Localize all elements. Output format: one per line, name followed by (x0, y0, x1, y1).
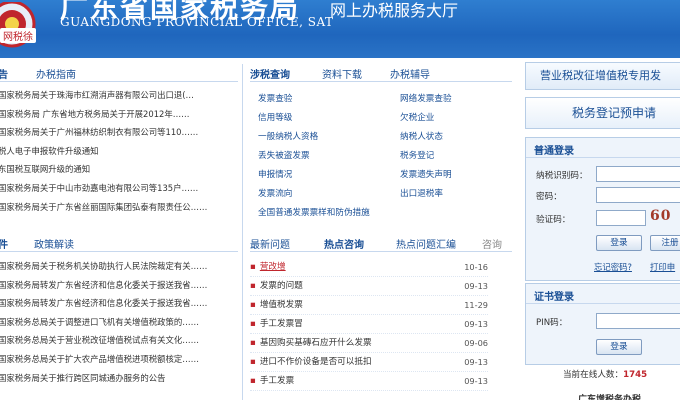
tax-emblem-icon (0, 2, 36, 48)
tab-consult[interactable]: 咨询 (482, 236, 502, 251)
cert-login-button[interactable]: 登录 (596, 339, 642, 355)
list-item[interactable]: ▪ 进口不作价设备是否可以抵扣 09-13 (250, 353, 488, 372)
pin-label: PIN码： (536, 318, 568, 328)
list-item[interactable]: 国家税务局关于广州福林纺织制衣有限公司等110…… (0, 123, 236, 142)
list-item[interactable]: 国家税务局 广东省地方税务局关于开展2012年…… (0, 105, 236, 124)
tab-tax-tutoring[interactable]: 办税辅导 (390, 66, 430, 81)
link-lost-invoice[interactable]: 丢失被盗发票 (258, 147, 370, 166)
tab-tax-query[interactable]: 涉税查询 (250, 66, 290, 81)
bullet-icon: ▪ (250, 357, 256, 367)
tab-tax-guide[interactable]: 办税指南 (36, 66, 76, 81)
hot-tabbar: 最新问题 热点咨询 热点问题汇编 咨询 (250, 234, 512, 252)
bullet-icon: ▪ (250, 262, 256, 272)
online-users: 当前在线人数：1745 (562, 370, 648, 380)
vat-reform-banner[interactable]: 营业税改征增值税专用发 (525, 62, 680, 90)
query-links-right: 网络发票查验 欠税企业 纳税人状态 税务登记 发票遗失声明 出口退税率 (400, 90, 452, 204)
list-item[interactable]: ▪ 手工发票 09-13 (250, 372, 488, 391)
captcha-image[interactable]: 60 (650, 208, 671, 224)
policy-tabbar: 件 政策解读 (0, 234, 238, 252)
list-item[interactable]: ▪ 营改增 10-16 (250, 258, 488, 277)
hot-question-list: ▪ 营改增 10-16 ▪ 发票的问题 09-13 ▪ 增值税发票 11-29 ▪ 手工发票冒… (250, 258, 488, 391)
site-header: 广东省国家税务局 GUANGDONG PROVINCIAL OFFICE, SA… (0, 0, 680, 58)
list-item[interactable]: 国家税务总局关于调整进口飞机有关增值税政策的…… (0, 313, 236, 332)
link-filing-status[interactable]: 申报情况 (258, 166, 370, 185)
list-item[interactable]: ▪ 增值税发票 11-29 (250, 296, 488, 315)
cert-login-title: 证书登录 (534, 292, 574, 303)
link-invoice-loss-statement[interactable]: 发票遗失声明 (400, 166, 452, 185)
list-item[interactable]: 国家税务局关于广东省丝丽国际集团弘泰有限责任公…… (0, 198, 236, 217)
password-input[interactable] (596, 187, 680, 203)
link-invoice-samples[interactable]: 全国普通发票票样和防伪措施 (258, 204, 370, 223)
list-item[interactable]: 税人电子申报软件升级通知 (0, 142, 236, 161)
taxpayer-id-input[interactable] (596, 166, 680, 182)
notice-tabbar: 告 办税指南 (0, 64, 238, 82)
bullet-icon: ▪ (250, 319, 256, 329)
bullet-icon: ▪ (250, 338, 256, 348)
tab-policy-files[interactable]: 件 (0, 236, 8, 251)
tab-policy-interpretation[interactable]: 政策解读 (34, 236, 74, 251)
link-taxpayer-status[interactable]: 纳税人状态 (400, 128, 452, 147)
taxpayer-id-label: 纳税识别码： (536, 171, 588, 181)
link-general-taxpayer[interactable]: 一般纳税人资格 (258, 128, 370, 147)
list-item[interactable]: 国家税务局关于推行跨区同城通办服务的公告 (0, 369, 236, 388)
bottom-section-title: 广东增税务办税 (578, 395, 642, 400)
list-item[interactable]: ▪ 发票的问题 09-13 (250, 277, 488, 296)
captcha-label: 验证码： (536, 215, 571, 225)
bullet-icon: ▪ (250, 281, 256, 291)
link-invoice-verify[interactable]: 发票查验 (258, 90, 370, 109)
divider (526, 303, 680, 304)
site-title-en: GUANGDONG PROVINCIAL OFFICE, SAT (60, 15, 334, 29)
link-tax-arrears[interactable]: 欠税企业 (400, 109, 452, 128)
login-title: 普通登录 (534, 146, 574, 157)
divider (526, 157, 680, 158)
column-divider (242, 64, 243, 400)
pin-input[interactable] (596, 313, 680, 329)
list-item[interactable]: ▪ 基因购买基磚石应开什么发票 09-06 (250, 334, 488, 353)
list-item[interactable]: 国家税务局关于珠海市红溯消声器有限公司出口退(… (0, 86, 236, 105)
list-item[interactable]: 国家税务局转发广东省经济和信息化委关于报送我省…… (0, 294, 236, 313)
online-count: 1745 (623, 370, 648, 380)
register-button[interactable]: 注册 (650, 235, 680, 251)
tab-notice[interactable]: 告 (0, 66, 8, 81)
link-export-rebate-rate[interactable]: 出口退税率 (400, 185, 452, 204)
query-tabbar: 涉税查询 资料下载 办税辅导 (250, 64, 512, 82)
header-badge: 网税徐 (0, 28, 36, 43)
list-item[interactable]: 东国税互联网升级的通知 (0, 160, 236, 179)
policy-list: 国家税务局关于税务机关协助执行人民法院裁定有关…… 国家税务局转发广东省经济和信… (0, 257, 236, 387)
print-application-link[interactable]: 打印申 (650, 261, 675, 273)
list-item[interactable]: 国家税务局关于税务机关协助执行人民法院裁定有关…… (0, 257, 236, 276)
link-online-invoice-verify[interactable]: 网络发票查验 (400, 90, 452, 109)
service-hall-title: 网上办税服务大厅 (330, 1, 459, 20)
link-invoice-flow[interactable]: 发票流向 (258, 185, 370, 204)
list-item[interactable]: 国家税务局关于中山市劲嘉电池有限公司等135户…… (0, 179, 236, 198)
tab-downloads[interactable]: 资料下载 (322, 66, 362, 81)
list-item[interactable]: ▪ 手工发票冒 09-13 (250, 315, 488, 334)
password-label: 密码： (536, 192, 562, 202)
tab-hot-consult[interactable]: 热点咨询 (324, 236, 364, 251)
captcha-input[interactable] (596, 210, 646, 226)
forgot-password-link[interactable]: 忘记密码? (594, 261, 632, 273)
login-button[interactable]: 登录 (596, 235, 642, 251)
notice-list: 国家税务局关于珠海市红溯消声器有限公司出口退(… 国家税务局 广东省地方税务局关… (0, 86, 236, 216)
list-item[interactable]: 国家税务总局关于营业税改征增值税试点有关文化…… (0, 331, 236, 350)
link-credit-rating[interactable]: 信用等级 (258, 109, 370, 128)
tab-hot-compilation[interactable]: 热点问题汇编 (396, 236, 456, 251)
tab-latest-questions[interactable]: 最新问题 (250, 236, 290, 251)
link-tax-registration[interactable]: 税务登记 (400, 147, 452, 166)
list-item[interactable]: 国家税务总局关于扩大农产品增值税进项税额核定…… (0, 350, 236, 369)
bullet-icon: ▪ (250, 300, 256, 310)
query-links-left: 发票查验 信用等级 一般纳税人资格 丢失被盗发票 申报情况 发票流向 全国普通发… (258, 90, 370, 223)
bullet-icon: ▪ (250, 376, 256, 386)
list-item[interactable]: 国家税务局转发广东省经济和信息化委关于报送我省…… (0, 276, 236, 295)
tax-registration-banner[interactable]: 税务登记预申请 (525, 97, 680, 129)
